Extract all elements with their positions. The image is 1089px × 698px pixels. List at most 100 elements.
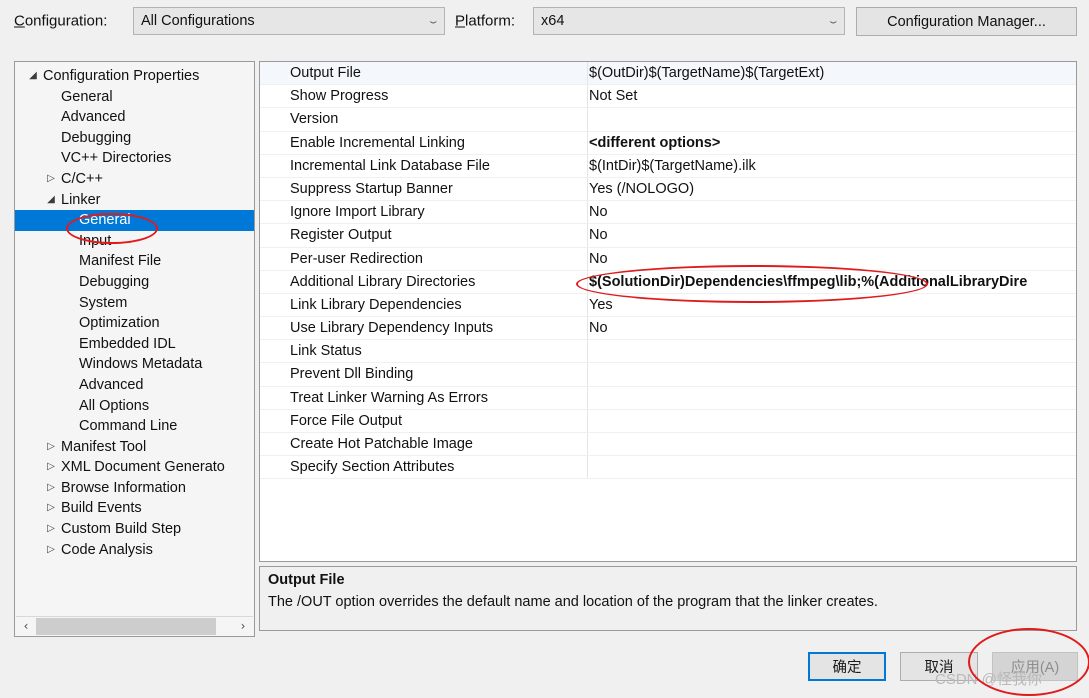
tree-item-vc-directories[interactable]: VC++ Directories: [15, 148, 254, 169]
property-value[interactable]: No: [589, 248, 1076, 270]
tree-item-general[interactable]: General: [15, 210, 254, 231]
platform-label: Platform:: [455, 12, 516, 30]
configuration-toolbar: Configuration: All Configurations ⌄ Plat…: [0, 0, 1089, 46]
property-value[interactable]: $(OutDir)$(TargetName)$(TargetExt): [589, 62, 1076, 84]
property-tree: ◢ Configuration Properties General Advanced…: [15, 66, 254, 560]
tree-item-build-events[interactable]: ▷ Build Events: [15, 498, 254, 519]
configuration-manager-button[interactable]: Configuration Manager...: [856, 7, 1077, 36]
triangle-right-icon[interactable]: ▷: [43, 169, 59, 190]
platform-combobox[interactable]: x64 ⌄: [533, 7, 845, 35]
description-title: Output File: [268, 572, 345, 588]
column-divider: [587, 85, 588, 108]
property-grid-panel[interactable]: Output File $(OutDir)$(TargetName)$(Targe…: [259, 61, 1077, 562]
property-row[interactable]: Additional Library Directories $(Solution…: [260, 270, 1076, 294]
tree-item-manifest-tool[interactable]: ▷ Manifest Tool: [15, 437, 254, 458]
triangle-down-icon[interactable]: ◢: [25, 66, 41, 87]
tree-item-code-analysis[interactable]: ▷ Code Analysis: [15, 540, 254, 561]
watermark: CSDN @怪我你: [935, 671, 1042, 688]
tree-item-label: Advanced: [61, 109, 126, 126]
property-row[interactable]: Create Hot Patchable Image: [260, 433, 1076, 457]
tree-item-input[interactable]: Input: [15, 231, 254, 252]
tree-item-system[interactable]: System: [15, 293, 254, 314]
property-value[interactable]: $(SolutionDir)Dependencies\ffmpeg\lib;%(…: [589, 271, 1076, 293]
triangle-right-icon[interactable]: ▷: [43, 478, 59, 499]
property-row[interactable]: Enable Incremental Linking <different opt…: [260, 131, 1076, 155]
triangle-down-icon[interactable]: ◢: [43, 190, 59, 211]
tree-item-label: C/C++: [61, 170, 103, 187]
tree-item-custom-build-step[interactable]: ▷ Custom Build Step: [15, 519, 254, 540]
tree-item-debugging[interactable]: Debugging: [15, 272, 254, 293]
configuration-manager-label: Configuration Manager...: [887, 13, 1046, 30]
scroll-right-icon[interactable]: ›: [233, 619, 253, 633]
triangle-right-icon[interactable]: ▷: [43, 457, 59, 478]
property-value[interactable]: Yes: [589, 294, 1076, 316]
scrollbar-track[interactable]: [36, 617, 233, 636]
triangle-right-icon[interactable]: ▷: [43, 498, 59, 519]
triangle-right-icon[interactable]: ▷: [43, 437, 59, 458]
triangle-right-icon[interactable]: ▷: [43, 540, 59, 561]
property-row[interactable]: Link Status: [260, 340, 1076, 364]
tree-item-command-line[interactable]: Command Line: [15, 416, 254, 437]
property-pages-dialog: Configuration: All Configurations ⌄ Plat…: [0, 0, 1089, 698]
property-name: Use Library Dependency Inputs: [290, 320, 494, 337]
tree-item-windows-metadata[interactable]: Windows Metadata: [15, 354, 254, 375]
property-row[interactable]: Prevent Dll Binding: [260, 363, 1076, 387]
column-divider: [587, 293, 588, 317]
tree-item-general[interactable]: General: [15, 87, 254, 108]
property-value[interactable]: No: [589, 201, 1076, 223]
tree-item-label: Linker: [61, 191, 101, 208]
property-row[interactable]: Force File Output: [260, 409, 1076, 433]
property-value[interactable]: Yes (/NOLOGO): [589, 178, 1076, 200]
tree-horizontal-scrollbar[interactable]: ‹ ›: [16, 616, 253, 635]
property-row[interactable]: Ignore Import Library No: [260, 201, 1076, 225]
property-value[interactable]: $(IntDir)$(TargetName).ilk: [589, 155, 1076, 177]
tree-item-manifest-file[interactable]: Manifest File: [15, 251, 254, 272]
tree-item-advanced[interactable]: Advanced: [15, 107, 254, 128]
property-value[interactable]: <different options>: [589, 132, 1076, 154]
property-row[interactable]: Show Progress Not Set: [260, 85, 1076, 109]
triangle-right-icon[interactable]: ▷: [43, 519, 59, 540]
ok-button[interactable]: 确定: [808, 652, 886, 681]
tree-item-label: Optimization: [79, 315, 160, 332]
configuration-value: All Configurations: [141, 13, 255, 29]
tree-item-advanced[interactable]: Advanced: [15, 375, 254, 396]
property-value[interactable]: No: [589, 317, 1076, 339]
platform-value: x64: [541, 13, 565, 29]
column-divider: [587, 317, 588, 340]
grid-empty-area: [260, 479, 1076, 561]
property-row[interactable]: Treat Linker Warning As Errors: [260, 386, 1076, 410]
column-divider: [587, 131, 588, 154]
description-panel: Output File The /OUT option overrides th…: [259, 566, 1077, 631]
scrollbar-thumb[interactable]: [36, 617, 216, 635]
tree-item-xml-document-generato[interactable]: ▷ XML Document Generato: [15, 457, 254, 478]
tree-item-optimization[interactable]: Optimization: [15, 313, 254, 334]
property-row[interactable]: Link Library Dependencies Yes: [260, 293, 1076, 318]
property-name: Output File: [290, 65, 361, 81]
property-row[interactable]: Version: [260, 108, 1076, 132]
tree-item-browse-information[interactable]: ▷ Browse Information: [15, 478, 254, 499]
property-row[interactable]: Use Library Dependency Inputs No: [260, 317, 1076, 341]
tree-item-embedded-idl[interactable]: Embedded IDL: [15, 334, 254, 355]
tree-item-debugging[interactable]: Debugging: [15, 128, 254, 149]
chevron-down-icon: ⌄: [426, 16, 440, 26]
column-divider: [587, 154, 588, 177]
tree-item-label: System: [79, 294, 128, 311]
property-row[interactable]: Register Output No: [260, 224, 1076, 248]
configuration-combobox[interactable]: All Configurations ⌄: [133, 7, 445, 35]
property-row[interactable]: Specify Section Attributes: [260, 456, 1076, 480]
property-row[interactable]: Suppress Startup Banner Yes (/NOLOGO): [260, 177, 1076, 202]
tree-item-label: Windows Metadata: [79, 356, 203, 373]
ok-label: 确定: [832, 660, 862, 676]
property-value[interactable]: No: [589, 224, 1076, 246]
column-divider: [587, 177, 588, 201]
scroll-left-icon[interactable]: ‹: [16, 619, 36, 633]
property-tree-panel[interactable]: ◢ Configuration Properties General Advanced…: [14, 61, 255, 637]
tree-item-all-options[interactable]: All Options: [15, 396, 254, 417]
tree-item-linker[interactable]: ◢ Linker: [15, 190, 254, 211]
tree-item-c-c[interactable]: ▷ C/C++: [15, 169, 254, 190]
property-value[interactable]: Not Set: [589, 85, 1076, 107]
tree-item-configuration-properties[interactable]: ◢ Configuration Properties: [15, 66, 254, 87]
property-row[interactable]: Incremental Link Database File $(IntDir)$…: [260, 154, 1076, 178]
property-row[interactable]: Output File $(OutDir)$(TargetName)$(Targe…: [260, 62, 1076, 86]
property-row[interactable]: Per-user Redirection No: [260, 247, 1076, 271]
